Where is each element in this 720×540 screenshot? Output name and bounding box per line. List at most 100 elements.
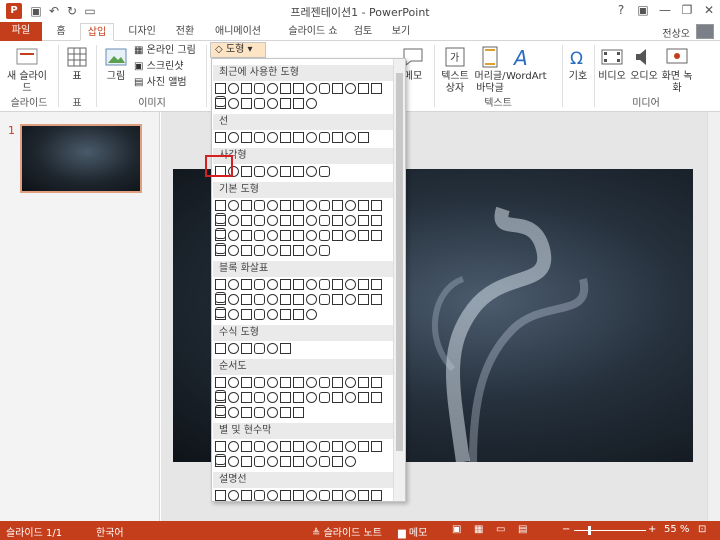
shape-option[interactable] bbox=[332, 230, 343, 241]
shape-option[interactable] bbox=[254, 230, 265, 241]
shape-option[interactable] bbox=[215, 245, 226, 256]
shape-option[interactable] bbox=[254, 392, 265, 403]
shape-option[interactable] bbox=[319, 230, 330, 241]
shape-option[interactable] bbox=[267, 215, 278, 226]
shape-option[interactable] bbox=[319, 245, 330, 256]
shape-option[interactable] bbox=[254, 407, 265, 418]
shape-option[interactable] bbox=[293, 294, 304, 305]
shape-option[interactable] bbox=[241, 215, 252, 226]
shape-option[interactable] bbox=[254, 309, 265, 320]
shape-option[interactable] bbox=[358, 132, 369, 143]
shape-option[interactable] bbox=[332, 294, 343, 305]
shape-option[interactable] bbox=[215, 441, 226, 452]
shape-option[interactable] bbox=[293, 490, 304, 501]
shape-option[interactable] bbox=[241, 166, 252, 177]
shape-option[interactable] bbox=[358, 377, 369, 388]
shape-option[interactable] bbox=[345, 377, 356, 388]
shape-option[interactable] bbox=[241, 490, 252, 501]
new-slide-button[interactable]: 새 슬라이드 bbox=[4, 45, 50, 95]
screen-recording-button[interactable]: 화면 녹화 bbox=[660, 45, 694, 95]
shape-option[interactable] bbox=[215, 377, 226, 388]
shape-option[interactable] bbox=[267, 83, 278, 94]
shape-option[interactable] bbox=[215, 294, 226, 305]
shape-option[interactable] bbox=[215, 200, 226, 211]
shape-option[interactable] bbox=[280, 279, 291, 290]
slideshow-view-icon[interactable]: ▤ bbox=[518, 524, 527, 535]
shape-option[interactable] bbox=[267, 309, 278, 320]
shape-option[interactable] bbox=[293, 98, 304, 109]
shape-option[interactable] bbox=[293, 245, 304, 256]
shape-option[interactable] bbox=[254, 215, 265, 226]
shape-option[interactable] bbox=[267, 98, 278, 109]
shape-option[interactable] bbox=[267, 200, 278, 211]
shape-option[interactable] bbox=[293, 392, 304, 403]
shape-option[interactable] bbox=[293, 377, 304, 388]
language[interactable]: 한국어 bbox=[96, 524, 124, 539]
slide-thumbnail[interactable] bbox=[20, 124, 142, 193]
shape-option[interactable] bbox=[280, 98, 291, 109]
shape-option[interactable] bbox=[228, 200, 239, 211]
shape-option[interactable] bbox=[332, 215, 343, 226]
shape-option[interactable] bbox=[371, 215, 382, 226]
shape-option[interactable] bbox=[319, 441, 330, 452]
tab-insert[interactable]: 삽입 bbox=[80, 23, 114, 41]
shape-option[interactable] bbox=[306, 166, 317, 177]
shape-option[interactable] bbox=[319, 377, 330, 388]
shape-option[interactable] bbox=[228, 407, 239, 418]
shape-option[interactable] bbox=[267, 230, 278, 241]
shape-option[interactable] bbox=[267, 245, 278, 256]
shape-option[interactable] bbox=[371, 392, 382, 403]
shape-option[interactable] bbox=[345, 230, 356, 241]
shape-option[interactable] bbox=[228, 98, 239, 109]
shape-option[interactable] bbox=[306, 215, 317, 226]
shape-option[interactable] bbox=[254, 200, 265, 211]
shape-option[interactable] bbox=[306, 441, 317, 452]
shape-option[interactable] bbox=[332, 490, 343, 501]
header-footer-button[interactable]: 머리글/ 바닥글 bbox=[472, 45, 508, 95]
shape-option[interactable] bbox=[215, 343, 226, 354]
shape-option[interactable] bbox=[215, 407, 226, 418]
shape-option[interactable] bbox=[371, 441, 382, 452]
zoom-out-icon[interactable]: − bbox=[562, 524, 570, 535]
shape-option[interactable] bbox=[358, 441, 369, 452]
shape-option[interactable] bbox=[228, 377, 239, 388]
shape-option[interactable] bbox=[319, 200, 330, 211]
shape-option[interactable] bbox=[371, 377, 382, 388]
tab-file[interactable]: 파일 bbox=[0, 22, 42, 41]
shape-option[interactable] bbox=[267, 166, 278, 177]
shape-option[interactable] bbox=[345, 279, 356, 290]
shape-option[interactable] bbox=[267, 343, 278, 354]
shape-option[interactable] bbox=[332, 132, 343, 143]
shape-option[interactable] bbox=[241, 377, 252, 388]
shape-option[interactable] bbox=[241, 245, 252, 256]
shape-option[interactable] bbox=[241, 441, 252, 452]
symbol-button[interactable]: Ω 기호 bbox=[564, 45, 592, 83]
shape-option[interactable] bbox=[371, 490, 382, 501]
shape-option[interactable] bbox=[293, 83, 304, 94]
shape-option[interactable] bbox=[306, 309, 317, 320]
shape-option[interactable] bbox=[267, 377, 278, 388]
shape-option[interactable] bbox=[215, 230, 226, 241]
shape-option[interactable] bbox=[267, 294, 278, 305]
shape-option[interactable] bbox=[254, 83, 265, 94]
shape-option[interactable] bbox=[254, 132, 265, 143]
shape-option[interactable] bbox=[358, 83, 369, 94]
shape-option[interactable] bbox=[306, 294, 317, 305]
shape-option[interactable] bbox=[332, 441, 343, 452]
shape-option[interactable] bbox=[254, 294, 265, 305]
shape-option[interactable] bbox=[306, 490, 317, 501]
shape-option[interactable] bbox=[254, 377, 265, 388]
shape-option[interactable] bbox=[241, 83, 252, 94]
tab-transitions[interactable]: 전환 bbox=[170, 23, 200, 41]
shape-option[interactable] bbox=[228, 230, 239, 241]
shape-option[interactable] bbox=[371, 230, 382, 241]
tab-home[interactable]: 홈 bbox=[48, 23, 74, 41]
shape-option[interactable] bbox=[345, 392, 356, 403]
canvas-scrollbar[interactable] bbox=[707, 112, 720, 521]
shape-option[interactable] bbox=[332, 392, 343, 403]
shape-option[interactable] bbox=[228, 245, 239, 256]
shape-option[interactable] bbox=[254, 490, 265, 501]
shape-option[interactable] bbox=[306, 83, 317, 94]
shape-option[interactable] bbox=[228, 83, 239, 94]
shape-option[interactable] bbox=[293, 215, 304, 226]
